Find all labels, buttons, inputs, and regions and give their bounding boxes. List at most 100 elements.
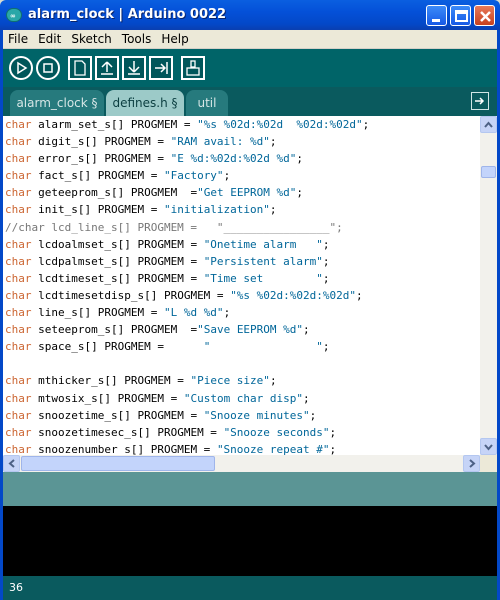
code-line: char init_s[] PROGMEM = "initialization"… [3, 201, 480, 218]
code-text: ; [303, 323, 310, 337]
code-keyword: char [5, 408, 32, 422]
code-keyword: char [5, 203, 32, 217]
code-text: space_s[] PROGMEM = [31, 340, 204, 354]
code-text: lcdtimeset_s[] PROGMEM = [31, 271, 204, 285]
code-string: " " [203, 340, 323, 354]
code-line: char digit_s[] PROGMEM = "RAM avail: %d"… [3, 133, 480, 150]
arduino-app-icon: ∞ [6, 8, 22, 22]
scrollbar-corner [480, 455, 497, 472]
code-keyword: char [5, 442, 32, 455]
horizontal-scrollbar[interactable] [3, 455, 480, 472]
code-string: "RAM avail: %d" [170, 135, 270, 149]
menu-help[interactable]: Help [156, 30, 193, 46]
tab-util[interactable]: util [186, 90, 228, 116]
code-text: error_s[] PROGMEM = [31, 152, 171, 166]
title-bar[interactable]: ∞ alarm_clock | Arduino 0022 [0, 0, 500, 30]
tab-bar: alarm_clock § defines.h § util [3, 87, 497, 116]
scroll-up-button[interactable] [480, 116, 497, 133]
upload-button[interactable] [149, 56, 173, 80]
code-string: "E %d:%02d:%02d %d" [170, 152, 297, 166]
maximize-button[interactable] [450, 5, 471, 26]
code-line: char alarm_set_s[] PROGMEM = "%s %02d:%0… [3, 116, 480, 133]
code-string: "%s %02d:%02d %02d:%02d" [197, 118, 363, 131]
code-text: ; [223, 306, 231, 320]
code-keyword: char [5, 152, 32, 166]
menu-edit[interactable]: Edit [33, 30, 66, 46]
code-keyword: char [5, 254, 32, 268]
tab-defines-h[interactable]: defines.h § [106, 90, 184, 116]
code-line: char geteeprom_s[] PROGMEM ="Get EEPROM … [3, 184, 480, 201]
code-text: init_s[] PROGMEM = [31, 203, 164, 217]
code-line: char snoozenumber_s[] PROGMEM = "Snooze … [3, 441, 480, 455]
minimize-button[interactable] [426, 5, 447, 26]
code-keyword: char [5, 391, 32, 405]
code-text: lcdoalmset_s[] PROGMEM = [31, 237, 204, 251]
status-area [3, 472, 497, 506]
code-keyword: char [5, 306, 32, 320]
code-text: mthicker_s[] PROGMEM = [31, 374, 191, 388]
code-text: fact_s[] PROGMEM = [31, 169, 164, 183]
code-line: char mtwosix_s[] PROGMEM = "Custom char … [3, 390, 480, 407]
menu-tools[interactable]: Tools [117, 30, 157, 46]
code-text: ; [269, 203, 277, 217]
close-button[interactable] [474, 5, 495, 26]
code-keyword: char [5, 425, 32, 439]
code-text: ; [362, 118, 370, 131]
code-line: char lcdtimesetdisp_s[] PROGMEM = "%s %0… [3, 287, 480, 304]
code-string: "Snooze minutes" [203, 408, 310, 422]
code-string: "Custom char disp" [183, 391, 304, 405]
verify-button[interactable] [9, 56, 33, 80]
code-text: ; [223, 169, 231, 183]
scroll-left-button[interactable] [3, 455, 20, 472]
tab-menu-button[interactable] [471, 92, 489, 110]
menu-sketch[interactable]: Sketch [66, 30, 116, 46]
code-string: "Get EEPROM %d" [197, 186, 297, 200]
code-keyword: char [5, 118, 32, 131]
code-line: char seteeprom_s[] PROGMEM ="Save EEPROM… [3, 321, 480, 338]
code-keyword: char [5, 323, 32, 337]
code-text: geteeprom_s[] PROGMEM = [31, 186, 198, 200]
menu-file[interactable]: File [3, 30, 33, 46]
verify-icon [17, 61, 28, 75]
code-text: snoozetimesec_s[] PROGMEM = [31, 425, 224, 439]
code-text: ; [269, 374, 277, 388]
code-text: ; [322, 340, 330, 354]
horizontal-scroll-thumb[interactable] [21, 456, 215, 471]
scroll-down-button[interactable] [480, 438, 497, 455]
new-icon [74, 60, 86, 76]
code-text: lcdtimesetdisp_s[] PROGMEM = [31, 288, 231, 302]
code-text: alarm_set_s[] PROGMEM = [31, 118, 198, 131]
code-line: char mthicker_s[] PROGMEM = "Piece size"… [3, 372, 480, 389]
code-text: ; [322, 254, 330, 268]
stop-button[interactable] [36, 56, 60, 80]
code-line: char snoozetime_s[] PROGMEM = "Snooze mi… [3, 407, 480, 424]
code-string: "Time set " [203, 271, 323, 285]
code-line: char lcdpalmset_s[] PROGMEM = "Persisten… [3, 253, 480, 270]
vertical-scrollbar[interactable] [480, 116, 497, 455]
code-string: "Save EEPROM %d" [197, 323, 304, 337]
code-string: "Onetime alarm " [203, 237, 323, 251]
menu-bar: File Edit Sketch Tools Help [3, 30, 497, 49]
code-text: mtwosix_s[] PROGMEM = [31, 391, 184, 405]
vertical-scroll-thumb[interactable] [481, 166, 496, 178]
chevron-right-icon [469, 459, 476, 468]
scroll-right-button[interactable] [463, 455, 480, 472]
maximize-icon [455, 10, 468, 22]
toolbar [3, 49, 497, 87]
code-editor[interactable]: char alarm_set_s[] PROGMEM = "%s %02d:%0… [3, 116, 480, 455]
code-string: "initialization" [163, 203, 270, 217]
open-button[interactable] [95, 56, 119, 80]
code-text: snoozetime_s[] PROGMEM = [31, 408, 204, 422]
new-button[interactable] [68, 56, 92, 80]
open-icon [101, 61, 113, 75]
code-text: lcdpalmset_s[] PROGMEM = [31, 254, 204, 268]
save-button[interactable] [122, 56, 146, 80]
code-text: ; [296, 152, 304, 166]
code-text: line_s[] PROGMEM = [31, 306, 164, 320]
minimize-icon [432, 19, 440, 22]
code-line: char snoozetimesec_s[] PROGMEM = "Snooze… [3, 424, 480, 441]
serial-monitor-button[interactable] [181, 56, 205, 80]
tab-alarm-clock[interactable]: alarm_clock § [10, 90, 104, 116]
code-keyword: char [5, 237, 32, 251]
code-text: digit_s[] PROGMEM = [31, 135, 171, 149]
